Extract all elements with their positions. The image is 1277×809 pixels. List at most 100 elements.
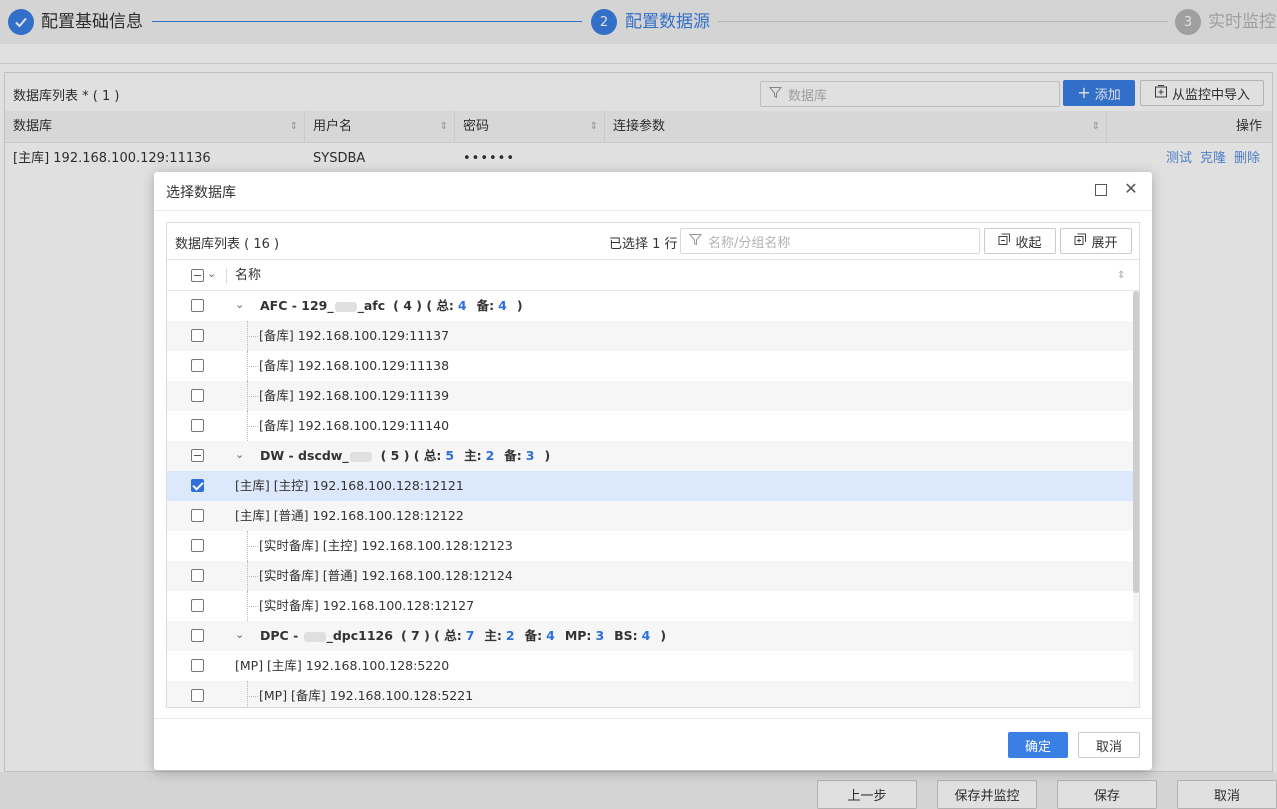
item-checkbox[interactable]	[191, 659, 204, 672]
group-count: ( 5 )	[380, 448, 410, 463]
list-item[interactable]: [主库] [普通] 192.168.100.128:12122	[167, 501, 1133, 531]
group-stats-close: )	[544, 448, 551, 463]
dialog-title: 选择数据库	[166, 185, 236, 201]
group-name-prefix: DW - dscdw_	[260, 448, 349, 463]
filter-icon	[688, 233, 703, 250]
group-count: ( 4 )	[393, 298, 422, 313]
group-row[interactable]: ⌄ AFC - 129_ _afc( 4 ) ( 总: 4 备: 4)	[167, 291, 1133, 321]
item-label: [MP] [主库] 192.168.100.128:5220	[235, 658, 450, 673]
list-item[interactable]: [实时备库] [主控] 192.168.100.128:12123	[167, 531, 1133, 561]
expand-button[interactable]: 展开	[1060, 228, 1132, 254]
stat-value: 4	[546, 628, 555, 643]
item-label: [主库] [普通] 192.168.100.128:12122	[235, 508, 464, 523]
chevron-down-icon[interactable]: ⌄	[235, 448, 244, 461]
tree-connector	[247, 426, 258, 427]
header-divider	[226, 268, 227, 284]
item-label: [备库] 192.168.100.129:11140	[259, 418, 450, 433]
vertical-scrollbar[interactable]	[1133, 291, 1139, 707]
item-checkbox[interactable]	[191, 479, 204, 492]
maximize-icon[interactable]	[1095, 184, 1107, 196]
close-icon[interactable]: ✕	[1122, 180, 1140, 198]
list-item[interactable]: [MP] [主库] 192.168.100.128:5220	[167, 651, 1133, 681]
item-label: [备库] 192.168.100.129:11139	[259, 388, 450, 403]
list-item[interactable]: [备库] 192.168.100.129:11138	[167, 351, 1133, 381]
stat-value: 7	[465, 628, 475, 643]
group-checkbox[interactable]	[191, 299, 204, 312]
item-label: [实时备库] [主控] 192.168.100.128:12123	[259, 538, 513, 553]
group-stats-close: )	[516, 298, 523, 313]
item-label: [备库] 192.168.100.129:11138	[259, 358, 450, 373]
tree-connector	[247, 546, 258, 547]
stat-value: 2	[505, 628, 515, 643]
item-checkbox[interactable]	[191, 689, 204, 702]
chevron-down-icon[interactable]: ⌄	[235, 628, 244, 641]
stat-key: MP:	[564, 628, 592, 643]
item-checkbox[interactable]	[191, 389, 204, 402]
name-search-input[interactable]: 名称/分组名称	[680, 228, 980, 254]
group-name-suffix: _afc	[357, 298, 386, 313]
collapse-button[interactable]: 收起	[984, 228, 1056, 254]
list-item[interactable]: [备库] 192.168.100.129:11139	[167, 381, 1133, 411]
stat-value: 3	[595, 628, 605, 643]
chevron-down-icon[interactable]: ⌄	[207, 267, 216, 280]
group-stats-open: (	[429, 628, 445, 643]
sort-icon[interactable]: ⇕	[1117, 260, 1125, 292]
stat-value: 4	[457, 298, 467, 313]
confirm-button[interactable]: 确定	[1008, 732, 1068, 758]
group-row[interactable]: ⌄ DW - dscdw_ ( 5 ) ( 总: 5 主: 2 备: 3)	[167, 441, 1133, 471]
stat-key: 主:	[464, 448, 482, 463]
stat-key: 主:	[484, 628, 502, 643]
dialog-footer-divider	[154, 718, 1152, 719]
group-label: AFC - 129_ _afc( 4 ) ( 总: 4 备: 4)	[260, 291, 523, 321]
list-item[interactable]: [主库] [主控] 192.168.100.128:12121	[167, 471, 1133, 501]
item-checkbox[interactable]	[191, 569, 204, 582]
group-checkbox[interactable]	[191, 449, 204, 462]
stat-key: 备:	[476, 298, 495, 313]
selected-count: 已选择 1 行	[609, 237, 678, 252]
stat-key: 备:	[504, 448, 522, 463]
collapse-icon	[998, 233, 1011, 250]
item-checkbox[interactable]	[191, 329, 204, 342]
redacted-text	[303, 631, 326, 642]
group-checkbox[interactable]	[191, 629, 204, 642]
item-label: [主库] [主控] 192.168.100.128:12121	[235, 478, 464, 493]
group-stats-open: (	[409, 448, 424, 463]
group-name-prefix: DPC -	[260, 628, 303, 643]
stat-value: 4	[641, 628, 651, 643]
select-all-checkbox[interactable]	[191, 269, 204, 282]
item-label: [实时备库] [普通] 192.168.100.128:12124	[259, 568, 513, 583]
group-label: DW - dscdw_ ( 5 ) ( 总: 5 主: 2 备: 3)	[260, 441, 550, 471]
group-name-suffix: _dpc1126	[326, 628, 393, 643]
expand-button-label: 展开	[1091, 235, 1118, 251]
chevron-down-icon[interactable]: ⌄	[235, 298, 244, 311]
group-row[interactable]: ⌄ DPC - _dpc1126( 7 ) ( 总: 7 主: 2 备: 4 MP: 3 BS: 4…	[167, 621, 1133, 651]
item-checkbox[interactable]	[191, 359, 204, 372]
list-item[interactable]: [备库] 192.168.100.129:11140	[167, 411, 1133, 441]
tree-connector	[247, 576, 258, 577]
group-count: ( 7 )	[400, 628, 430, 643]
stat-key: 总:	[436, 298, 454, 313]
list-item[interactable]: [实时备库] 192.168.100.128:12127	[167, 591, 1133, 621]
item-checkbox[interactable]	[191, 419, 204, 432]
list-item[interactable]: [实时备库] [普通] 192.168.100.128:12124	[167, 561, 1133, 591]
tree-connector	[247, 366, 258, 367]
stat-value: 4	[498, 298, 507, 313]
list-item[interactable]: [备库] 192.168.100.129:11137	[167, 321, 1133, 351]
group-label: DPC - _dpc1126( 7 ) ( 总: 7 主: 2 备: 4 MP: 3 BS: 4)	[260, 621, 666, 651]
cancel-button[interactable]: 取消	[1078, 732, 1140, 758]
stat-value: 5	[445, 448, 455, 463]
redacted-text	[334, 301, 357, 312]
item-checkbox[interactable]	[191, 599, 204, 612]
item-label: [备库] 192.168.100.129:11137	[259, 328, 450, 343]
item-checkbox[interactable]	[191, 509, 204, 522]
expand-icon	[1074, 233, 1087, 250]
group-stats-open: (	[422, 298, 437, 313]
item-label: [MP] [备库] 192.168.100.128:5221	[259, 688, 474, 703]
stat-value: 3	[525, 448, 535, 463]
stat-key: 总:	[444, 628, 462, 643]
scrollbar-thumb[interactable]	[1133, 291, 1139, 593]
tree-connector	[247, 336, 258, 337]
item-checkbox[interactable]	[191, 539, 204, 552]
dialog-table-header: ⌄ 名称 ⇕	[167, 259, 1139, 291]
list-item[interactable]: [MP] [备库] 192.168.100.128:5221	[167, 681, 1133, 707]
